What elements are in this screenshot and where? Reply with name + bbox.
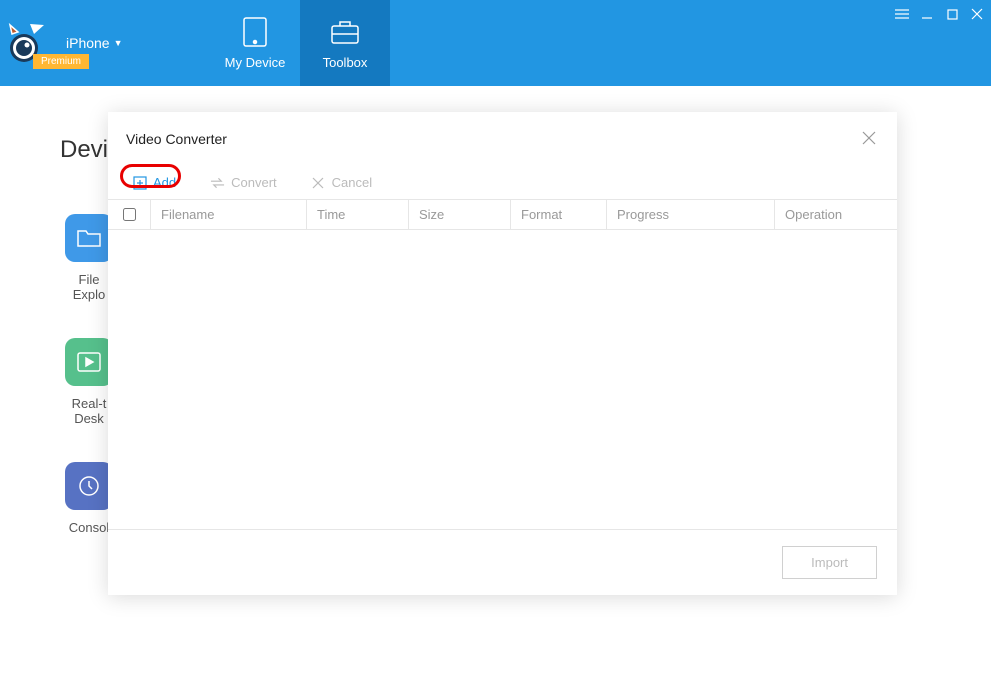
select-all-input[interactable] xyxy=(123,208,136,221)
col-size[interactable]: Size xyxy=(408,200,510,229)
device-label-text: iPhone xyxy=(66,35,110,51)
video-converter-modal: Video Converter Add xyxy=(108,112,897,595)
plus-icon xyxy=(132,175,147,190)
tab-label: My Device xyxy=(225,55,286,70)
tablet-icon xyxy=(240,17,270,47)
app-header: Premium iPhone ▼ My Device xyxy=(0,0,991,86)
cancel-button[interactable]: Cancel xyxy=(301,172,382,193)
table-header: Filename Time Size Format Progress Opera… xyxy=(108,200,897,230)
chevron-down-icon: ▼ xyxy=(114,38,123,48)
tab-toolbox[interactable]: Toolbox xyxy=(300,0,390,86)
col-filename[interactable]: Filename xyxy=(150,200,306,229)
window-controls xyxy=(888,0,991,28)
add-button[interactable]: Add xyxy=(122,172,186,193)
modal-footer: Import xyxy=(108,529,897,595)
tile-label: Real-t xyxy=(72,396,107,411)
tile-label: Consol xyxy=(69,520,109,535)
maximize-button[interactable] xyxy=(941,5,963,23)
folder-icon xyxy=(65,214,113,262)
convert-icon xyxy=(210,175,225,190)
tile-label: Desk xyxy=(74,411,104,426)
col-format[interactable]: Format xyxy=(510,200,606,229)
cancel-icon xyxy=(311,175,326,190)
tab-my-device[interactable]: My Device xyxy=(210,0,300,86)
col-operation[interactable]: Operation xyxy=(774,200,897,229)
table-body xyxy=(108,230,897,529)
modal-title: Video Converter xyxy=(126,131,227,147)
toolbox-icon xyxy=(330,17,360,47)
import-button[interactable]: Import xyxy=(782,546,877,579)
play-icon xyxy=(65,338,113,386)
tile-label: Explo xyxy=(73,287,106,302)
col-time[interactable]: Time xyxy=(306,200,408,229)
select-all-checkbox[interactable] xyxy=(108,208,150,221)
close-button[interactable] xyxy=(966,5,988,23)
tile-label: File xyxy=(79,272,100,287)
menu-icon[interactable] xyxy=(891,5,913,23)
modal-header: Video Converter xyxy=(108,112,897,166)
convert-button[interactable]: Convert xyxy=(200,172,287,193)
col-progress[interactable]: Progress xyxy=(606,200,774,229)
clock-icon xyxy=(65,462,113,510)
add-label: Add xyxy=(153,175,176,190)
cancel-label: Cancel xyxy=(332,175,372,190)
convert-label: Convert xyxy=(231,175,277,190)
premium-badge: Premium xyxy=(33,54,89,69)
close-icon[interactable] xyxy=(861,130,879,148)
device-selector[interactable]: iPhone ▼ xyxy=(66,35,123,51)
minimize-button[interactable] xyxy=(916,5,938,23)
modal-toolbar: Add Convert Cancel xyxy=(108,166,897,200)
nav-tabs: My Device Toolbox xyxy=(210,0,390,86)
tab-label: Toolbox xyxy=(323,55,368,70)
logo-section: Premium iPhone ▼ xyxy=(0,0,210,86)
